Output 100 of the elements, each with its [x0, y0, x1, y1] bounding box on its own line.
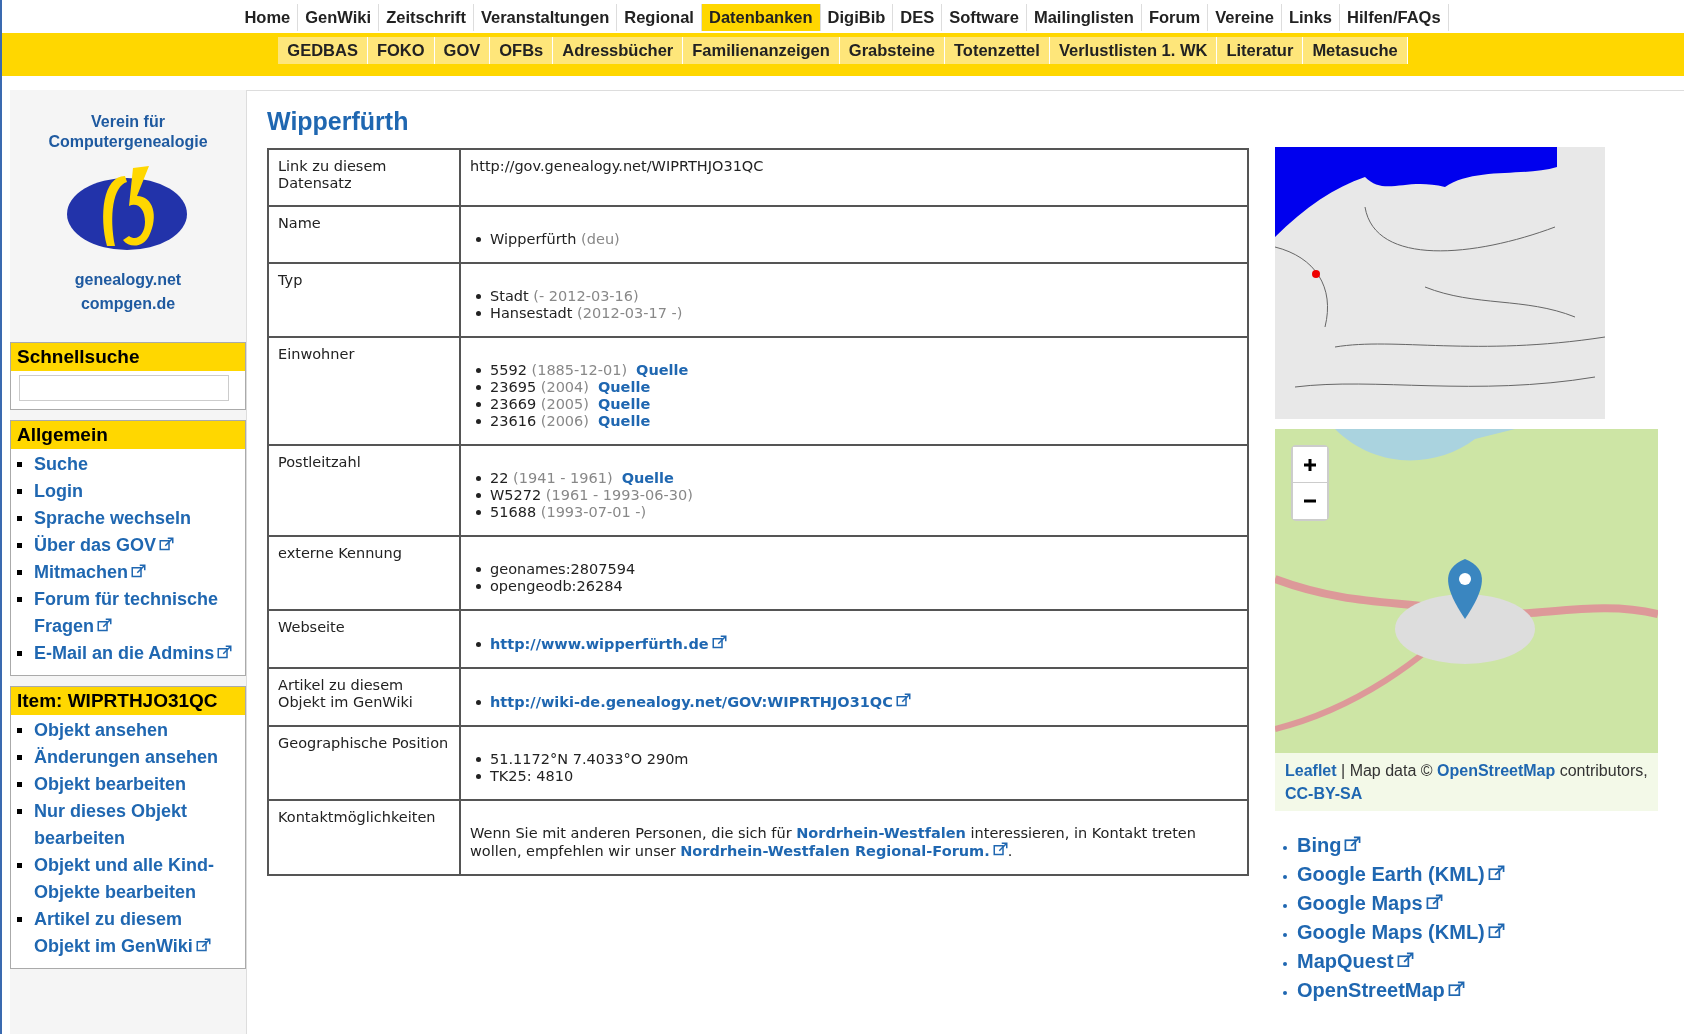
- row-label: Name: [268, 206, 460, 264]
- external-link-icon: [895, 693, 911, 709]
- row-label: Geographische Position: [268, 726, 460, 801]
- nav-tab[interactable]: Hilfen/FAQs: [1340, 4, 1449, 31]
- sidebar-link[interactable]: Änderungen ansehen: [34, 744, 219, 771]
- logo-title: Verein für Computergenealogie: [48, 112, 208, 152]
- link[interactable]: Quelle: [597, 396, 651, 414]
- list-item: 51.1172°N 7.4033°O 290m: [490, 751, 689, 769]
- nav-tab[interactable]: Metasuche: [1303, 37, 1408, 64]
- nav-tab[interactable]: Mailinglisten: [1026, 4, 1142, 31]
- sidebar-link[interactable]: E-Mail an die Admins: [34, 640, 233, 667]
- nav-tab[interactable]: Totenzettel: [945, 37, 1050, 64]
- link[interactable]: Leaflet: [1285, 761, 1337, 779]
- list-item: Stadt (- 2012-03-16): [490, 288, 639, 306]
- external-link-icon: [1396, 952, 1414, 969]
- bullet-icon: [476, 311, 481, 317]
- nav-tab[interactable]: Links: [1281, 4, 1341, 31]
- external-link-icon: [1425, 894, 1443, 911]
- nav-tab[interactable]: Regional: [617, 4, 702, 31]
- nav-tab[interactable]: Zeitschrift: [379, 4, 474, 31]
- bullet-icon: [476, 368, 481, 374]
- link[interactable]: OpenStreetMap: [1437, 761, 1556, 779]
- sidebar-link[interactable]: Forum für technische Fragen: [34, 586, 239, 640]
- map-link[interactable]: OpenStreetMap: [1297, 976, 1465, 1005]
- map-attribution: Leaflet | Map data © OpenStreetMap contributors, CC-BY-SA: [1275, 752, 1658, 811]
- nav-tab[interactable]: Vereine: [1208, 4, 1282, 31]
- nav-tab[interactable]: Verlustlisten 1. WK: [1049, 37, 1218, 64]
- bullet-icon: [476, 493, 481, 499]
- map-link[interactable]: Google Maps: [1297, 889, 1443, 918]
- nav-tab[interactable]: Adressbücher: [553, 37, 684, 64]
- nav-tab[interactable]: DigiBib: [820, 4, 894, 31]
- link[interactable]: CC-BY-SA: [1285, 784, 1363, 802]
- map-link[interactable]: Google Maps (KML): [1297, 918, 1505, 947]
- map-link[interactable]: MapQuest: [1297, 947, 1414, 976]
- nav-tab[interactable]: Familienanzeigen: [683, 37, 840, 64]
- row-label: Kontaktmöglichkeiten: [268, 800, 460, 875]
- list-item: 23669 (2005): [490, 396, 589, 414]
- external-link-icon: [97, 618, 112, 633]
- nav-tab[interactable]: Home: [237, 4, 299, 31]
- bullet-icon: [476, 567, 481, 573]
- bullet-icon: [17, 543, 22, 548]
- map-link[interactable]: Google Earth (KML): [1297, 860, 1505, 889]
- nav-tab[interactable]: Software: [942, 4, 1027, 31]
- nav-tab[interactable]: GenWiki: [298, 4, 380, 31]
- sidebar-link[interactable]: Nur dieses Objekt bearbeiten: [34, 798, 239, 852]
- list-item: 5592 (1885-12-01): [490, 362, 628, 380]
- link[interactable]: Nordrhein-Westfalen Regional-Forum.: [680, 843, 1008, 859]
- logo-domain[interactable]: genealogy.net: [74, 270, 182, 290]
- minus-icon: [1302, 499, 1318, 503]
- bullet-icon: [17, 489, 22, 494]
- plus-icon: [1302, 456, 1318, 473]
- sidebar-heading: Item: WIPRTHJO31QC: [11, 687, 245, 715]
- sidebar-link[interactable]: Objekt und alle Kind-Objekte bearbeiten: [34, 852, 239, 906]
- nav-tab[interactable]: Literatur: [1217, 37, 1304, 64]
- bullet-icon: [1283, 875, 1287, 879]
- logo-domain[interactable]: compgen.de: [80, 294, 176, 314]
- nav-tab[interactable]: Grabsteine: [839, 37, 945, 64]
- table-cell: http://gov.genealogy.net/WIPRTHJO31QC: [460, 149, 1248, 207]
- nav-tab[interactable]: OFBs: [490, 37, 554, 64]
- bullet-icon: [476, 237, 481, 243]
- nav-tab[interactable]: FOKO: [367, 37, 435, 64]
- sidebar-link[interactable]: Login: [34, 478, 83, 505]
- nav-tab[interactable]: Veranstaltungen: [473, 4, 618, 31]
- nav-tab[interactable]: Datenbanken: [701, 4, 821, 31]
- bullet-icon: [17, 570, 22, 575]
- link[interactable]: Quelle: [597, 413, 651, 431]
- search-field[interactable]: [19, 375, 229, 401]
- nav-tab[interactable]: GEDBAS: [278, 37, 368, 64]
- map-tile[interactable]: Leaflet | Map data © OpenStreetMap contributors, CC-BY-SA: [1275, 429, 1658, 811]
- bullet-icon: [476, 385, 481, 391]
- nav-tab[interactable]: Forum: [1141, 4, 1209, 31]
- bullet-icon: [17, 755, 22, 760]
- link[interactable]: http://www.wipperfürth.de: [490, 635, 727, 654]
- bullet-icon: [17, 597, 22, 602]
- zoom-in-button[interactable]: [1293, 447, 1327, 483]
- link[interactable]: http://wiki-de.genealogy.net/GOV:WIPRTHJO31QC: [490, 693, 911, 712]
- link[interactable]: Quelle: [636, 362, 689, 380]
- row-label: Typ: [268, 263, 460, 338]
- sidebar-link[interactable]: Objekt bearbeiten: [34, 771, 187, 798]
- nav-tab[interactable]: GOV: [434, 37, 491, 64]
- external-link-icon: [1487, 865, 1505, 882]
- list-item: opengeodb:26284: [490, 578, 623, 596]
- bullet-icon: [17, 462, 22, 467]
- sidebar-link[interactable]: Artikel zu diesem Objekt im GenWiki: [34, 906, 239, 960]
- link[interactable]: Quelle: [621, 470, 674, 488]
- external-link-icon: [711, 635, 727, 651]
- list-item: 23695 (2004): [490, 379, 589, 397]
- external-link-icon: [1344, 836, 1362, 853]
- sidebar-link[interactable]: Über das GOV: [34, 532, 175, 559]
- sidebar-link[interactable]: Sprache wechseln: [34, 505, 192, 532]
- link[interactable]: Nordrhein-Westfalen: [796, 825, 966, 842]
- list-item: geonames:2807594: [490, 561, 636, 579]
- nav-tab[interactable]: DES: [893, 4, 943, 31]
- external-link-icon: [992, 842, 1008, 857]
- sidebar-link[interactable]: Mitmachen: [34, 559, 147, 586]
- sidebar-link[interactable]: Suche: [34, 451, 89, 478]
- contact-paragraph: Wenn Sie mit anderen Personen, die sich für Nordrhein-Westfalen interessieren, in Kontakt treten wollen, empfehlen wir unser Nordrhein-Westfalen Regional-Forum. .: [470, 825, 1197, 860]
- map-link[interactable]: Bing: [1297, 831, 1362, 860]
- sidebar-link[interactable]: Objekt ansehen: [34, 717, 169, 744]
- link[interactable]: Quelle: [597, 379, 651, 397]
